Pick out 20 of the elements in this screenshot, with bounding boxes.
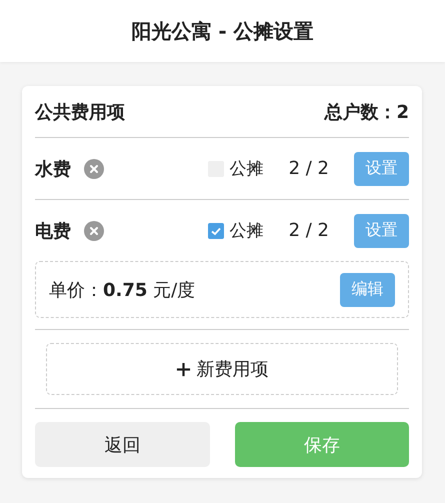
page-title: 阳光公寓 - 公摊设置	[131, 18, 314, 44]
back-button[interactable]: 返回	[35, 422, 210, 467]
save-button[interactable]: 保存	[234, 422, 409, 467]
shared-label: 公摊	[230, 158, 264, 180]
household-ratio: 2 / 2	[288, 158, 329, 179]
unit-price: 单价：0.75 元/度	[49, 278, 196, 302]
remove-icon[interactable]	[84, 220, 104, 240]
settings-button[interactable]: 设置	[354, 214, 409, 248]
household-ratio: 2 / 2	[288, 220, 329, 241]
settings-button[interactable]: 设置	[354, 152, 409, 186]
remove-icon[interactable]	[84, 158, 104, 178]
shared-checkbox[interactable]	[208, 222, 224, 238]
fee-name: 水费	[35, 158, 71, 180]
shared-label: 公摊	[230, 220, 264, 242]
fee-name: 电费	[35, 220, 71, 242]
section-title: 公共费用项	[35, 100, 125, 124]
add-fee-button[interactable]: 新费用项	[46, 343, 398, 395]
plus-icon	[176, 362, 190, 376]
household-count: 总户数：2	[324, 100, 409, 124]
edit-button[interactable]: 编辑	[340, 272, 395, 306]
